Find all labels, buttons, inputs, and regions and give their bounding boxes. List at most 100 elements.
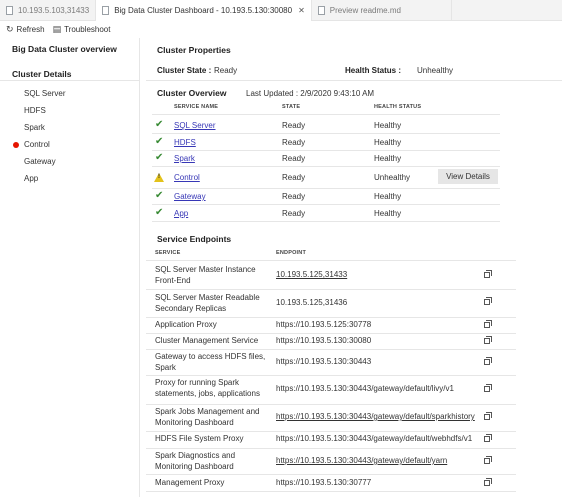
check-icon: ✔ — [155, 190, 164, 201]
sidebar-item-spark[interactable]: Spark — [24, 123, 45, 132]
endpoint-value: https://10.193.5.125:30778 — [276, 320, 372, 329]
main-content: Cluster Properties Cluster State : Ready… — [146, 38, 562, 497]
divider — [152, 114, 500, 115]
divider — [146, 317, 516, 318]
column-header-health-status: HEALTH STATUS — [374, 104, 422, 110]
endpoint-link[interactable]: https://10.193.5.130:30443/gateway/defau… — [276, 455, 447, 466]
troubleshoot-button[interactable]: ▤ Troubleshoot — [53, 24, 111, 35]
tab-preview-readme[interactable]: Preview readme.md — [312, 0, 452, 21]
document-icon — [6, 6, 13, 15]
service-state: Ready — [282, 192, 306, 201]
column-header-service-name: SERVICE NAME — [174, 104, 219, 110]
divider — [146, 260, 516, 261]
troubleshoot-label: Troubleshoot — [64, 25, 111, 34]
copy-icon[interactable] — [484, 412, 492, 420]
refresh-button[interactable]: ↻ Refresh — [6, 24, 45, 35]
refresh-label: Refresh — [16, 25, 45, 34]
sidebar-title: Big Data Cluster overview — [12, 44, 117, 54]
copy-icon[interactable] — [484, 434, 492, 442]
tab-label: 10.193.5.103,31433 — [18, 6, 90, 15]
copy-icon[interactable] — [484, 384, 492, 392]
copy-icon[interactable] — [484, 320, 492, 328]
sidebar-section-cluster-details[interactable]: Cluster Details — [12, 69, 72, 79]
service-link-sql-server[interactable]: SQL Server — [174, 121, 216, 130]
divider — [0, 80, 140, 81]
divider — [146, 474, 516, 475]
service-health: Healthy — [374, 192, 402, 201]
endpoint-value: https://10.193.5.130:30443/gateway/defau… — [276, 434, 473, 443]
divider — [146, 80, 562, 81]
service-link-app[interactable]: App — [174, 209, 188, 218]
health-status-value: Unhealthy — [417, 66, 454, 75]
service-state: Ready — [282, 121, 306, 130]
endpoint-value: 10.193.5.125,31436 — [276, 298, 348, 307]
toolbar: ↻ Refresh ▤ Troubleshoot — [0, 21, 562, 38]
sidebar-item-sql-server[interactable]: SQL Server — [24, 89, 66, 98]
check-icon: ✔ — [155, 207, 164, 218]
sidebar-item-gateway[interactable]: Gateway — [24, 157, 56, 166]
check-icon: ✔ — [155, 152, 164, 163]
endpoint-value: https://10.193.5.130:30443/gateway/defau… — [276, 384, 454, 393]
divider — [146, 333, 516, 334]
sidebar-item-control[interactable]: Control — [24, 140, 50, 149]
divider — [146, 448, 516, 449]
notebook-icon: ▤ — [52, 24, 62, 34]
warning-icon: ! — [154, 173, 164, 182]
sidebar-item-app[interactable]: App — [24, 174, 38, 183]
copy-icon[interactable] — [484, 357, 492, 365]
service-state: Ready — [282, 154, 306, 163]
divider — [146, 375, 516, 376]
service-state: Ready — [282, 138, 306, 147]
column-header-endpoint: ENDPOINT — [276, 250, 307, 256]
cluster-overview-title: Cluster Overview — [157, 88, 227, 98]
cluster-state-value: Ready — [214, 66, 238, 75]
copy-icon[interactable] — [484, 270, 492, 278]
health-status-label: Health Status : — [345, 66, 402, 75]
document-icon — [102, 6, 110, 15]
endpoint-service-name: Cluster Management Service — [155, 336, 259, 345]
divider — [152, 204, 500, 205]
divider — [152, 150, 500, 151]
divider — [146, 431, 516, 432]
tab-dashboard[interactable]: Big Data Cluster Dashboard - 10.193.5.13… — [96, 0, 312, 21]
tab-sql-connection[interactable]: 10.193.5.103,31433 — [0, 0, 97, 21]
column-header-state: STATE — [282, 104, 301, 110]
view-details-button[interactable]: View Details — [438, 169, 498, 184]
divider — [152, 188, 500, 189]
sidebar-item-hdfs[interactable]: HDFS — [24, 106, 46, 115]
endpoint-link[interactable]: 10.193.5.125,31433 — [276, 269, 347, 280]
close-icon[interactable]: ✕ — [298, 6, 305, 15]
endpoint-service-name: Proxy for running Spark statements, jobs… — [155, 378, 260, 398]
refresh-icon: ↻ — [6, 24, 14, 34]
endpoint-service-name: SQL Server Master Readable Secondary Rep… — [155, 293, 260, 313]
copy-icon[interactable] — [484, 456, 492, 464]
copy-icon[interactable] — [484, 478, 492, 486]
service-health: Healthy — [374, 154, 402, 163]
sidebar: Big Data Cluster overview Cluster Detail… — [0, 38, 140, 497]
copy-icon[interactable] — [484, 297, 492, 305]
divider — [152, 166, 500, 167]
service-link-hdfs[interactable]: HDFS — [174, 138, 196, 147]
endpoint-service-name: Spark Jobs Management and Monitoring Das… — [155, 407, 260, 427]
cluster-state-label: Cluster State : — [157, 66, 212, 75]
endpoint-service-name: Management Proxy — [155, 478, 225, 487]
cluster-properties-title: Cluster Properties — [157, 45, 231, 55]
endpoint-link[interactable]: https://10.193.5.130:30443/gateway/defau… — [276, 411, 475, 422]
error-status-icon — [13, 142, 19, 148]
endpoint-service-name: Application Proxy — [155, 320, 217, 329]
service-link-spark[interactable]: Spark — [174, 154, 195, 163]
service-link-control[interactable]: Control — [174, 173, 200, 182]
service-endpoints-title: Service Endpoints — [157, 234, 232, 244]
check-icon: ✔ — [155, 136, 164, 147]
service-link-gateway[interactable]: Gateway — [174, 192, 206, 201]
endpoint-service-name: Gateway to access HDFS files, Spark — [155, 352, 266, 372]
service-health: Healthy — [374, 138, 402, 147]
check-icon: ✔ — [155, 119, 164, 130]
divider — [152, 133, 500, 134]
copy-icon[interactable] — [484, 336, 492, 344]
endpoint-value: https://10.193.5.130:30777 — [276, 478, 372, 487]
editor-tab-bar: 10.193.5.103,31433 Big Data Cluster Dash… — [0, 0, 562, 21]
column-header-service: SERVICE — [155, 250, 181, 256]
endpoint-value: https://10.193.5.130:30443 — [276, 357, 372, 366]
divider — [152, 221, 500, 222]
